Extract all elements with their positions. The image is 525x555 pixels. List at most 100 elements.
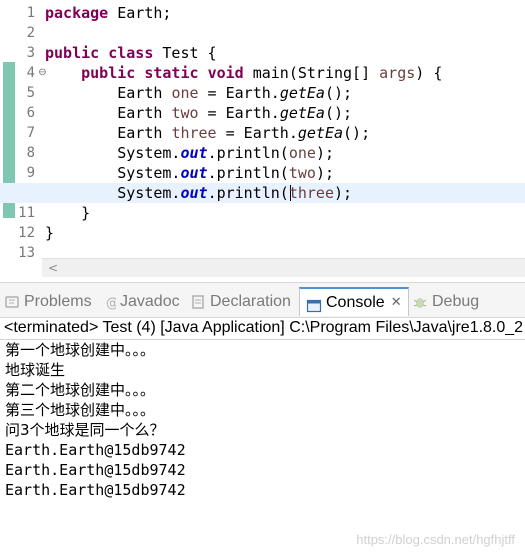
tab-label: Declaration [210,293,291,310]
code-token: System. [45,164,181,182]
line-number-gutter: 12345678910111213⊖ [15,0,47,261]
console-icon [306,295,322,312]
code-token: Earth; [108,4,172,22]
line-number: 5 [26,85,35,101]
code-token: Test { [153,44,217,62]
code-area[interactable]: package Earth; public class Test { public… [0,0,525,260]
code-token: out [180,164,208,182]
code-line[interactable]: Earth three = Earth.getEa(); [45,123,525,143]
code-token: two [171,104,199,122]
code-token: getEa [297,124,344,142]
console-output-line: 地球诞生 [5,361,66,379]
tab-declaration[interactable]: Declaration [190,289,291,315]
code-token: getEa [279,84,325,102]
code-line[interactable]: } [45,223,525,243]
code-token: main(String[] [243,64,380,82]
code-token: .println( [207,144,289,162]
console-output-line: 第一个地球创建中。。。 [5,341,156,359]
problems-icon [4,294,20,310]
code-token: ); [315,164,334,182]
tab-label: Javadoc [120,293,180,310]
line-number: 13 [18,245,35,261]
code-token: ); [334,184,353,202]
tab-label: Problems [24,293,92,310]
code-token: Earth [45,124,172,142]
console-output-line: Earth.Earth@15db9742 [5,481,186,499]
code-token: one [171,84,199,102]
console-output-line: 第三个地球创建中。。。 [5,401,156,419]
code-token: System. [45,144,181,162]
tab-label: Console [326,294,385,311]
code-line[interactable]: Earth one = Earth.getEa(); [45,83,525,103]
code-line-current[interactable]: System.out.println(three); [0,183,525,203]
line-number: 1 [26,5,35,21]
line-number: 7 [26,125,35,141]
svg-text:@: @ [106,296,116,310]
scroll-left-arrow-icon[interactable]: < [48,259,58,277]
debug-icon [412,294,428,310]
declaration-icon [190,294,206,310]
watermark: https://blog.csdn.net/hgfhjtff [356,532,515,547]
view-tab-bar: Problems @ Javadoc Declaration Console ✕ [0,282,525,318]
tab-label: Debug [432,293,480,310]
tab-javadoc[interactable]: @ Javadoc [104,289,180,315]
line-number: 3 [26,45,35,61]
tab-problems[interactable]: Problems [4,289,92,315]
code-token: args [379,64,416,82]
code-token: Earth [45,104,172,122]
code-token: two [288,164,316,182]
code-token: one [288,144,316,162]
line-number: 12 [18,225,35,241]
code-token: package [45,4,109,22]
code-token: out [180,144,208,162]
code-token: getEa [279,104,325,122]
code-token: .println( [207,164,289,182]
code-token: (); [324,84,353,102]
console-output-line: Earth.Earth@15db9742 [5,441,186,459]
line-number: 8 [26,145,35,161]
line-number: 6 [26,105,35,121]
views-panel: Problems @ Javadoc Declaration Console ✕ [0,282,525,555]
code-token: public [81,64,136,82]
code-token: .println( [207,184,289,202]
code-token: class [108,44,154,62]
code-token: System. [45,184,181,202]
code-token: out [180,184,208,202]
code-line[interactable]: public class Test { [45,43,525,63]
code-token: public [45,44,100,62]
code-token: = Earth. [216,124,298,142]
code-token: ) { [415,64,443,82]
code-token: three [171,124,217,142]
code-line[interactable]: } [45,203,525,223]
console-output-line: Earth.Earth@15db9742 [5,461,186,479]
tab-debug[interactable]: Debug [412,289,479,315]
code-token: ); [315,144,334,162]
code-line[interactable]: public static void main(String[] args) { [45,63,525,83]
code-line[interactable] [45,23,525,43]
console-output-line: 第二个地球创建中。。。 [5,381,156,399]
code-line[interactable]: System.out.println(two); [45,163,525,183]
line-number: 11 [18,205,35,221]
code-line[interactable]: System.out.println(one); [45,143,525,163]
code-token: void [207,64,244,82]
code-token: Earth [45,84,172,102]
code-token: (); [324,104,353,122]
line-number: 9 [26,165,35,181]
code-line[interactable]: Earth two = Earth.getEa(); [45,103,525,123]
console-status: <terminated> Test (4) [Java Application]… [4,319,524,336]
code-token: } [45,204,91,222]
console-output-line: 问3个地球是同一个么？ [5,421,165,439]
tab-console[interactable]: Console ✕ [299,287,409,316]
line-number: 4 [26,65,35,81]
code-line[interactable]: package Earth; [45,3,525,23]
code-editor[interactable]: 12345678910111213⊖ package Earth;public … [0,0,525,280]
code-token: = Earth. [198,84,280,102]
close-icon[interactable]: ✕ [391,288,402,317]
line-number: 2 [26,25,35,41]
code-token: (); [343,124,371,142]
horizontal-scrollbar[interactable]: < [42,258,525,277]
javadoc-icon: @ [104,294,119,311]
